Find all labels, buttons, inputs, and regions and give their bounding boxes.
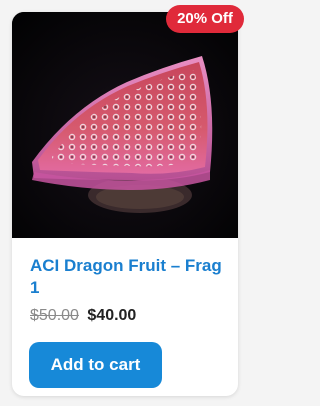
product-image[interactable] [12,12,238,238]
price-row: $50.00 $40.00 [30,305,136,327]
sale-price: $40.00 [87,307,137,324]
original-price: $50.00 [30,307,79,324]
product-title[interactable]: ACI Dragon Fruit – Frag 1 [30,255,230,299]
discount-badge: 20% Off [166,5,244,33]
product-card[interactable]: ACI Dragon Fruit – Frag 1 $50.00 $40.00 … [12,12,238,396]
coral-frag-photo [12,12,238,238]
add-to-cart-button[interactable]: Add to cart [29,342,162,388]
